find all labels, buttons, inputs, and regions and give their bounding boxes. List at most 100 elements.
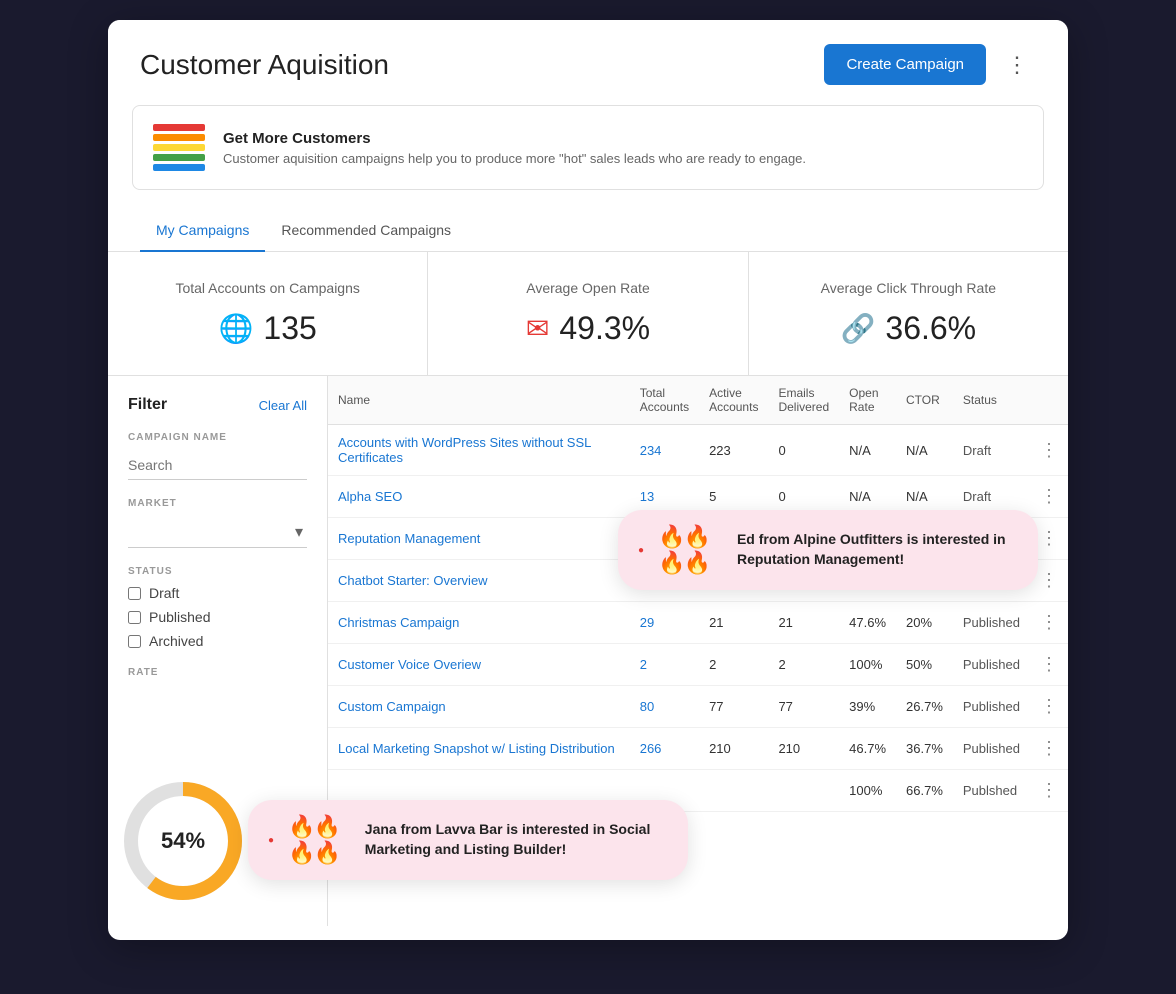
tab-recommended-campaigns[interactable]: Recommended Campaigns <box>265 210 467 252</box>
open-rate-number: 49.3% <box>559 310 650 347</box>
click-through-number: 36.6% <box>885 310 976 347</box>
status-cell: Published <box>953 602 1030 644</box>
col-ctor: CTOR <box>896 376 953 425</box>
col-status: Status <box>953 376 1030 425</box>
delivered-cell: 210 <box>768 728 839 770</box>
open-rate-cell: 39% <box>839 686 896 728</box>
campaign-link[interactable]: Chatbot Starter: Overview <box>338 573 488 588</box>
delivered-cell: 0 <box>768 425 839 476</box>
col-name: Name <box>328 376 630 425</box>
campaign-link[interactable]: Reputation Management <box>338 531 480 546</box>
main-card: Customer Aquisition Create Campaign ⋮ Ge… <box>108 20 1068 940</box>
total-cell: 29 <box>630 602 699 644</box>
logo-stripe-2 <box>153 134 205 141</box>
status-published-item[interactable]: Published <box>128 609 307 625</box>
link-icon: 🔗 <box>841 312 876 345</box>
row-more-icon[interactable]: ⋮ <box>1040 612 1058 632</box>
campaign-link[interactable]: Local Marketing Snapshot w/ Listing Dist… <box>338 741 615 756</box>
open-rate-cell: 100% <box>839 644 896 686</box>
campaign-name-label: CAMPAIGN NAME <box>128 432 307 443</box>
tab-my-campaigns[interactable]: My Campaigns <box>140 210 265 252</box>
status-draft-item[interactable]: Draft <box>128 585 307 601</box>
banner-description: Customer aquisition campaigns help you t… <box>223 151 806 166</box>
mail-icon: ✉ <box>526 312 549 345</box>
filter-header: Filter Clear All <box>128 396 307 414</box>
campaign-link[interactable]: Custom Campaign <box>338 699 446 714</box>
campaigns-table: Name TotalAccounts ActiveAccounts Emails… <box>328 376 1068 812</box>
col-open-rate: OpenRate <box>839 376 896 425</box>
status-checkbox-list: Draft Published Archived <box>128 585 307 649</box>
stat-open-rate: Average Open Rate ✉ 49.3% <box>428 252 748 375</box>
logo-stripe-5 <box>153 164 205 171</box>
status-label: STATUS <box>128 566 307 577</box>
fire-icons-2: 🔥🔥🔥🔥 <box>288 814 351 866</box>
total-cell: 2 <box>630 644 699 686</box>
row-more-icon[interactable]: ⋮ <box>1040 528 1058 548</box>
campaign-link[interactable]: Accounts with WordPress Sites without SS… <box>338 435 591 465</box>
status-published-checkbox[interactable] <box>128 611 141 624</box>
table-row: Custom Campaign 80 77 77 39% 26.7% Publi… <box>328 686 1068 728</box>
banner-heading: Get More Customers <box>223 130 806 147</box>
status-cell: Published <box>953 686 1030 728</box>
notif-text-2: Jana from Lavva Bar is interested in Soc… <box>365 820 668 859</box>
stat-label-accounts: Total Accounts on Campaigns <box>132 280 403 296</box>
row-more-icon[interactable]: ⋮ <box>1040 696 1058 716</box>
col-actions <box>1030 376 1068 425</box>
filter-title: Filter <box>128 396 167 414</box>
accounts-number: 135 <box>263 310 316 347</box>
ctor-cell: 36.7% <box>896 728 953 770</box>
row-more-icon[interactable]: ⋮ <box>1040 738 1058 758</box>
tabs-container: My Campaigns Recommended Campaigns <box>108 210 1068 252</box>
row-more-icon[interactable]: ⋮ <box>1040 570 1058 590</box>
stat-value-click-through: 🔗 36.6% <box>773 310 1044 347</box>
row-more-icon[interactable]: ⋮ <box>1040 486 1058 506</box>
open-rate-cell: 46.7% <box>839 728 896 770</box>
filter-campaign-name: CAMPAIGN NAME <box>128 432 307 480</box>
open-rate-cell: N/A <box>839 425 896 476</box>
status-draft-checkbox[interactable] <box>128 587 141 600</box>
more-options-icon[interactable]: ⋮ <box>998 48 1036 82</box>
create-campaign-button[interactable]: Create Campaign <box>824 44 986 85</box>
ctor-cell: 66.7% <box>896 770 953 812</box>
filter-status: STATUS Draft Published Archived <box>128 566 307 649</box>
campaign-link[interactable]: Alpha SEO <box>338 489 402 504</box>
notif-dot-1: ● <box>638 545 644 556</box>
delivered-cell: 21 <box>768 602 839 644</box>
status-archived-item[interactable]: Archived <box>128 633 307 649</box>
ctor-cell: 50% <box>896 644 953 686</box>
stat-value-accounts: 🌐 135 <box>132 310 403 347</box>
rate-label: RATE <box>128 667 307 678</box>
total-cell: 234 <box>630 425 699 476</box>
status-cell: Published <box>953 644 1030 686</box>
row-more-icon[interactable]: ⋮ <box>1040 654 1058 674</box>
logo-stripe-3 <box>153 144 205 151</box>
total-cell: 80 <box>630 686 699 728</box>
market-label: MARKET <box>128 498 307 509</box>
status-cell: Published <box>953 728 1030 770</box>
status-archived-checkbox[interactable] <box>128 635 141 648</box>
campaign-link[interactable]: Christmas Campaign <box>338 615 459 630</box>
market-select[interactable]: All Markets <box>128 523 307 539</box>
ctor-cell: N/A <box>896 425 953 476</box>
ctor-cell: 26.7% <box>896 686 953 728</box>
active-cell: 2 <box>699 644 768 686</box>
row-more-icon[interactable]: ⋮ <box>1040 780 1058 800</box>
campaign-link[interactable]: Customer Voice Overiew <box>338 657 481 672</box>
open-rate-cell: 100% <box>839 770 896 812</box>
row-more-icon[interactable]: ⋮ <box>1040 440 1058 460</box>
delivered-cell: 2 <box>768 644 839 686</box>
table-row: Christmas Campaign 29 21 21 47.6% 20% Pu… <box>328 602 1068 644</box>
delivered-cell: 77 <box>768 686 839 728</box>
stat-label-open-rate: Average Open Rate <box>452 280 723 296</box>
notification-bubble-2: ● 🔥🔥🔥🔥 Jana from Lavva Bar is interested… <box>248 800 688 880</box>
donut-chart: 54% <box>118 776 248 906</box>
status-cell: Publshed <box>953 770 1030 812</box>
delivered-cell <box>768 770 839 812</box>
campaign-name-input[interactable] <box>128 451 307 480</box>
col-total-accounts: TotalAccounts <box>630 376 699 425</box>
stat-value-open-rate: ✉ 49.3% <box>452 310 723 347</box>
page-header: Customer Aquisition Create Campaign ⋮ <box>108 20 1068 105</box>
logo-stripe-1 <box>153 124 205 131</box>
filter-market: MARKET All Markets ▾ <box>128 498 307 548</box>
clear-all-button[interactable]: Clear All <box>259 398 307 413</box>
